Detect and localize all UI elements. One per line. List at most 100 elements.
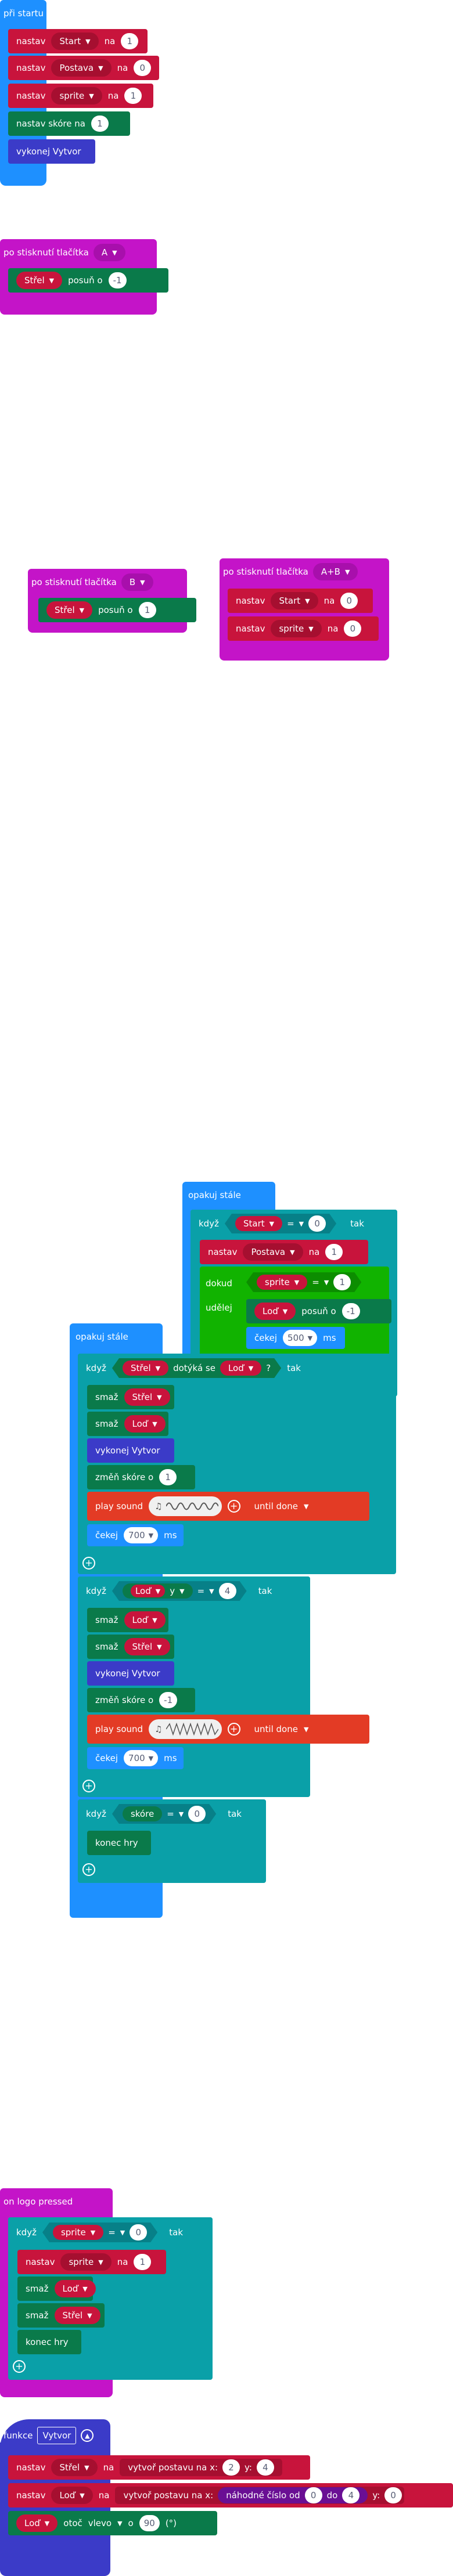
if-header[interactable]: když Loď ▼ y ▼ = ▼ 4 tak [78, 1576, 310, 1606]
set-lod-row[interactable]: nastav Loď ▼ na vytvoř postavu na x: náho… [8, 2483, 453, 2508]
add-else-icon[interactable]: + [82, 1780, 95, 1792]
delete-row[interactable]: smaž Loď ▼ [17, 2276, 96, 2301]
add-icon[interactable]: + [227, 1723, 240, 1736]
delete-row[interactable]: smaž Loď ▼ [87, 1608, 168, 1632]
set-start-row[interactable]: nastav Start ▼ na 1 [8, 29, 148, 53]
sound-picker[interactable]: ♫ [149, 1496, 222, 1516]
if-header[interactable]: když Start ▼ = ▼ 0 tak [190, 1210, 397, 1238]
sprite-prop[interactable]: Loď ▼ y ▼ [123, 1583, 193, 1599]
var-dropdown[interactable]: Střel ▼ [51, 2459, 98, 2476]
operator-label[interactable]: = [197, 1586, 205, 1596]
wait-row[interactable]: čekej 700 ▼ ms [87, 1524, 184, 1546]
play-sound-row[interactable]: play sound ♫ + until done ▼ [87, 1715, 369, 1744]
sprite-dropdown[interactable]: Loď ▼ [254, 1303, 296, 1320]
button-ab-hat[interactable]: po stisknutí tlačítka A+B ▼ [220, 558, 389, 585]
sound-picker[interactable]: ♫ [149, 1719, 222, 1739]
create-sprite-block[interactable]: vytvoř postavu na x: 2 y: 4 [120, 2459, 282, 2476]
add-else-icon[interactable]: + [82, 1557, 95, 1570]
var-dropdown[interactable]: Postava ▼ [243, 1243, 303, 1261]
sprite-dropdown[interactable]: Střel ▼ [46, 601, 93, 619]
set-sprite-row[interactable]: nastav sprite ▼ na 1 [8, 84, 153, 108]
button-b-hat[interactable]: po stisknutí tlačítka B ▼ [28, 569, 187, 596]
change-score-row[interactable]: změň skóre o 1 [87, 1465, 195, 1489]
var-dropdown[interactable]: sprite ▼ [53, 2225, 103, 2240]
value-input[interactable]: 1 [159, 1469, 177, 1485]
y-input[interactable]: 4 [256, 2459, 274, 2476]
set-sprite-row[interactable]: nastav sprite ▼ na 1 [17, 2250, 166, 2274]
sprite-dropdown[interactable]: Střel ▼ [124, 1388, 170, 1406]
sprite-dropdown[interactable]: Střel ▼ [16, 272, 63, 289]
var-dropdown[interactable]: sprite ▼ [60, 2253, 112, 2271]
delete-row[interactable]: smaž Střel ▼ [17, 2303, 105, 2328]
value-input[interactable]: 1 [134, 2254, 152, 2270]
button-dropdown[interactable]: A+B ▼ [312, 563, 358, 580]
delete-row[interactable]: smaž Střel ▼ [87, 1635, 174, 1659]
create-sprite-block[interactable]: vytvoř postavu na x: náhodné číslo od 0 … [115, 2487, 405, 2504]
operator-label[interactable]: = [108, 2227, 116, 2238]
to-input[interactable]: 4 [342, 2487, 360, 2503]
operator-label[interactable]: = [287, 1218, 294, 1229]
compare-condition[interactable]: Loď ▼ y ▼ = ▼ 4 [112, 1581, 247, 1601]
move-row[interactable]: Loď ▼ posuň o -1 [246, 1299, 391, 1323]
compare-condition[interactable]: sprite ▼ = ▼ 0 [42, 2223, 157, 2242]
button-dropdown[interactable]: B ▼ [121, 573, 153, 591]
var-dropdown[interactable]: Start ▼ [235, 1216, 282, 1231]
value-input[interactable]: 0 [130, 2224, 147, 2241]
sprite-dropdown[interactable]: Střel ▼ [123, 1361, 168, 1376]
set-postava-row[interactable]: nastav Postava ▼ na 1 [200, 1240, 368, 1264]
if-header[interactable]: když sprite ▼ = ▼ 0 tak [8, 2217, 213, 2247]
y-input[interactable]: 0 [384, 2487, 402, 2503]
var-dropdown[interactable]: Start ▼ [51, 33, 99, 50]
value-input[interactable]: 1 [325, 1244, 343, 1260]
value-input[interactable]: 1 [121, 33, 139, 49]
value-input[interactable]: -1 [108, 272, 127, 288]
degree-input[interactable]: 90 [139, 2515, 160, 2531]
add-icon[interactable]: + [227, 1500, 240, 1513]
forever-hat[interactable]: opakuj stále [182, 1182, 275, 1208]
value-input[interactable]: 0 [340, 593, 358, 609]
button-a-hat[interactable]: po stisknutí tlačítka A ▼ [0, 239, 157, 266]
value-input[interactable]: 0 [344, 620, 362, 637]
wait-row[interactable]: čekej 500 ▼ ms [246, 1327, 345, 1349]
sprite-dropdown[interactable]: Střel ▼ [54, 2307, 100, 2324]
while-condition[interactable]: sprite ▼ = ▼ 1 [246, 1272, 361, 1292]
set-postava-row[interactable]: nastav Postava ▼ na 0 [8, 56, 159, 80]
var-dropdown[interactable]: Postava ▼ [51, 59, 112, 77]
sprite-dropdown[interactable]: Loď ▼ [131, 1585, 165, 1597]
wait-row[interactable]: čekej 700 ▼ ms [87, 1747, 184, 1769]
until-done-label[interactable]: until done [254, 1724, 298, 1734]
x-input[interactable]: 2 [222, 2459, 240, 2476]
var-dropdown[interactable]: sprite ▼ [271, 620, 322, 637]
sprite-dropdown[interactable]: Loď ▼ [16, 2514, 58, 2532]
function-hat[interactable]: funkce Vytvor ▲ [0, 2419, 110, 2452]
sprite-dropdown[interactable]: Loď ▼ [124, 1415, 166, 1433]
sprite-dropdown[interactable]: Loď ▼ [54, 2280, 96, 2297]
forever-hat[interactable]: opakuj stále [70, 1323, 163, 1350]
operator-label[interactable]: = [167, 1809, 174, 1819]
on-start-hat[interactable]: při startu [0, 0, 46, 27]
delete-row[interactable]: smaž Loď ▼ [87, 1412, 168, 1436]
property-label[interactable]: y [170, 1586, 175, 1596]
value-input[interactable]: 0 [134, 60, 152, 76]
touch-condition[interactable]: Střel ▼ dotýká se Loď ▼ ? [112, 1358, 281, 1378]
function-name-field[interactable]: Vytvor [37, 2427, 77, 2444]
value-input[interactable]: 1 [91, 116, 109, 132]
sprite-dropdown[interactable]: Loď ▼ [124, 1611, 166, 1629]
value-input[interactable]: 1 [124, 88, 142, 104]
random-number-block[interactable]: náhodné číslo od 0 do 4 [218, 2487, 368, 2503]
compare-condition[interactable]: skóre = ▼ 0 [112, 1804, 216, 1824]
game-over-row[interactable]: konec hry [87, 1831, 151, 1855]
value-input[interactable]: -1 [341, 1303, 360, 1319]
delete-row[interactable]: smaž Střel ▼ [87, 1385, 174, 1409]
call-vytvor-row[interactable]: vykonej Vytvor [87, 1661, 174, 1686]
button-dropdown[interactable]: A ▼ [93, 244, 125, 261]
add-else-icon[interactable]: + [13, 2360, 26, 2373]
value-input[interactable]: 700 ▼ [124, 1527, 159, 1543]
play-sound-row[interactable]: play sound ♫ + until done ▼ [87, 1492, 369, 1521]
value-input[interactable]: 1 [138, 602, 156, 618]
logo-hat[interactable]: on logo pressed [0, 2188, 113, 2215]
until-done-label[interactable]: until done [254, 1501, 298, 1511]
var-dropdown[interactable]: sprite ▼ [51, 87, 102, 104]
value-input[interactable]: 4 [219, 1583, 236, 1599]
set-strel-row[interactable]: nastav Střel ▼ na vytvoř postavu na x: 2 … [8, 2455, 310, 2480]
